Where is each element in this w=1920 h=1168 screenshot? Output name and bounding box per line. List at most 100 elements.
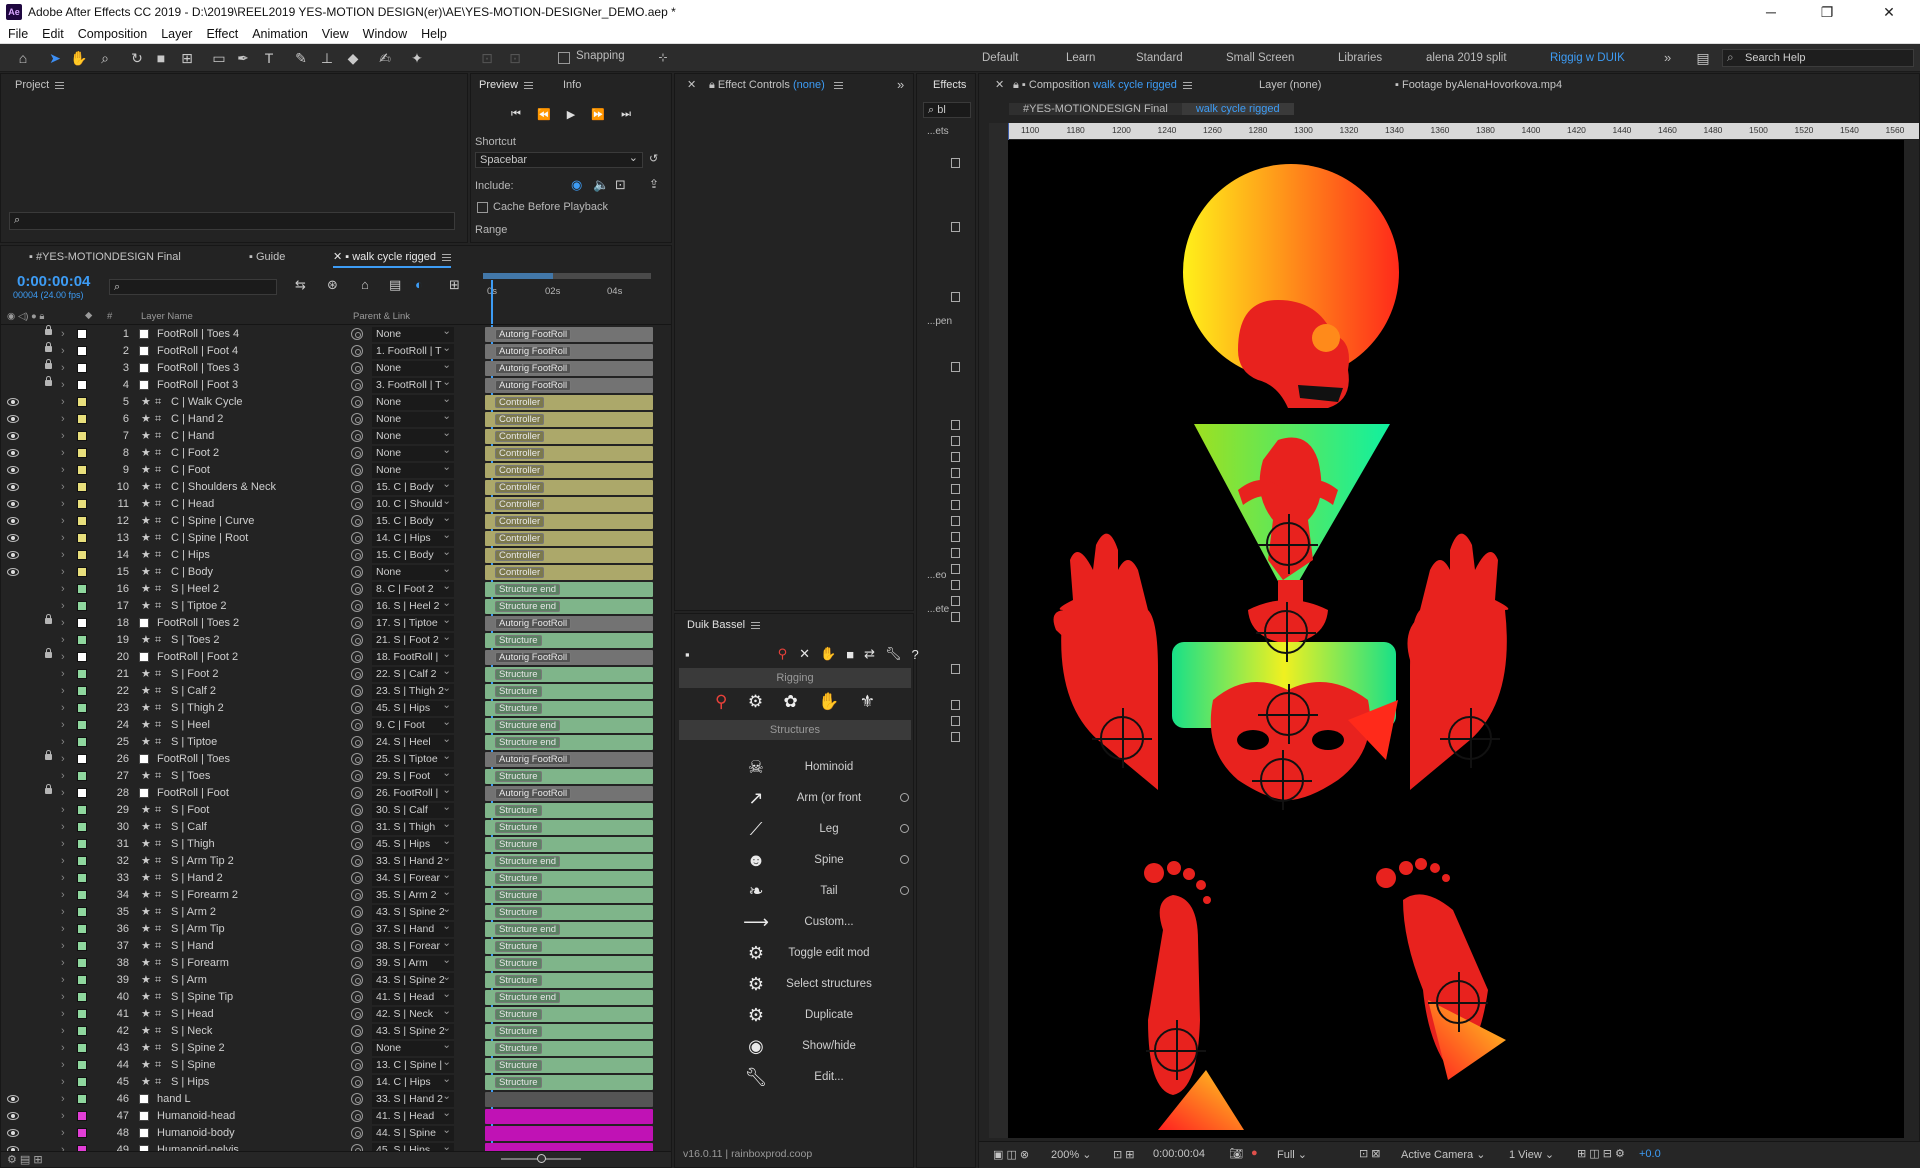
workspace-more-icon[interactable]: » [1664, 44, 1671, 72]
layer-duration-bar[interactable]: Structure [485, 769, 653, 784]
expand-chevron-icon[interactable]: › [61, 395, 65, 410]
layer-duration-bar[interactable]: Autorig FootRoll [485, 378, 653, 393]
label-color-swatch[interactable] [77, 856, 87, 866]
expand-chevron-icon[interactable]: › [61, 837, 65, 852]
layer-name[interactable]: S | Spine Tip [171, 990, 343, 1005]
pickwhip-icon[interactable] [351, 770, 363, 782]
layer-name[interactable]: S | Tiptoe 2 [171, 599, 343, 614]
layer-name[interactable]: S | Foot 2 [171, 667, 343, 682]
layer-row[interactable]: › 9 ★ ⌗ C | Foot None Controller [1, 462, 661, 479]
layer-name[interactable]: Humanoid-head [157, 1109, 343, 1124]
expand-chevron-icon[interactable]: › [61, 1041, 65, 1056]
label-color-swatch[interactable] [77, 771, 87, 781]
lock-icon[interactable] [45, 376, 52, 386]
shy-layers-icon[interactable]: ⌂ [361, 277, 369, 292]
duik-custom-button[interactable]: ⟶ Custom... [683, 907, 915, 937]
composition-viewer[interactable] [1008, 140, 1904, 1138]
pickwhip-icon[interactable] [351, 430, 363, 442]
menu-view[interactable]: View [322, 27, 349, 41]
pickwhip-icon[interactable] [351, 838, 363, 850]
parent-select[interactable]: 45. S | Hips [372, 837, 454, 852]
minimize-icon[interactable]: ─ [1748, 0, 1794, 24]
effect-preset-icon[interactable] [951, 484, 960, 494]
tab-yes-motiondesign-final[interactable]: ▪ #YES-MOTIONDESIGN Final [29, 246, 181, 268]
layer-name[interactable]: C | Foot [171, 463, 343, 478]
zoom-slider[interactable] [501, 1151, 581, 1165]
pickwhip-icon[interactable] [351, 821, 363, 833]
layer-row[interactable]: › 34 ★ ⌗ S | Forearm 2 35. S | Arm 2 Structure [1, 887, 661, 904]
expand-chevron-icon[interactable]: › [61, 378, 65, 393]
layer-name[interactable]: C | Hand [171, 429, 343, 444]
layer-name[interactable]: C | Spine | Curve [171, 514, 343, 529]
layer-duration-bar[interactable]: Structure [485, 667, 653, 682]
duik-leg-button[interactable]: ⟋ Leg [683, 814, 915, 844]
clone-stamp-tool-icon[interactable]: ⊥ [318, 49, 336, 67]
pickwhip-icon[interactable] [351, 906, 363, 918]
parent-select[interactable]: 43. S | Spine 2 [372, 1024, 454, 1039]
menu-animation[interactable]: Animation [252, 27, 308, 41]
layer-name[interactable]: S | Heel [171, 718, 343, 733]
label-color-swatch[interactable] [77, 618, 87, 628]
layer-name[interactable]: S | Foot [171, 803, 343, 818]
duik-automation-icon[interactable]: ✕ [799, 646, 810, 662]
parent-select[interactable]: 25. S | Tiptoe [372, 752, 454, 767]
pickwhip-icon[interactable] [351, 379, 363, 391]
pickwhip-icon[interactable] [351, 787, 363, 799]
pickwhip-icon[interactable] [351, 651, 363, 663]
layer-row[interactable]: › 28 FootRoll | Foot 26. FootRoll | Autorig … [1, 784, 661, 802]
duik-settings-icon[interactable]: ▪ [685, 647, 690, 662]
layer-row[interactable]: › 2 FootRoll | Foot 4 1. FootRoll | T Autori… [1, 342, 661, 360]
label-color-swatch[interactable] [77, 958, 87, 968]
next-frame-icon[interactable]: ⏩ [591, 108, 605, 122]
layer-duration-bar[interactable]: Autorig FootRoll [485, 616, 653, 631]
effect-preset-icon[interactable] [951, 452, 960, 462]
label-color-swatch[interactable] [77, 1043, 87, 1053]
layer-duration-bar[interactable]: Autorig FootRoll [485, 327, 653, 342]
label-color-swatch[interactable] [77, 754, 87, 764]
layer-name[interactable]: C | Head [171, 497, 343, 512]
expand-chevron-icon[interactable]: › [61, 327, 65, 342]
layer-duration-bar[interactable]: Controller [485, 395, 653, 410]
menu-file[interactable]: File [8, 27, 28, 41]
parent-select[interactable]: 16. S | Heel 2 [372, 599, 454, 614]
tab-guide[interactable]: ▪ Guide [249, 246, 285, 268]
expand-chevron-icon[interactable]: › [61, 344, 65, 359]
pickwhip-icon[interactable] [351, 617, 363, 629]
menu-layer[interactable]: Layer [161, 27, 192, 41]
breadcrumb-walk-cycle[interactable]: walk cycle rigged [1181, 103, 1294, 115]
rectangle-tool-icon[interactable]: ▭ [210, 49, 228, 67]
pickwhip-icon[interactable] [351, 991, 363, 1003]
expand-chevron-icon[interactable]: › [61, 446, 65, 461]
spine-root-controller[interactable] [1256, 602, 1316, 662]
layer-name[interactable]: FootRoll | Foot 2 [157, 650, 343, 665]
lock-icon[interactable] [45, 784, 52, 794]
parent-select[interactable]: None [372, 327, 454, 342]
effect-preset-icon[interactable] [951, 612, 960, 622]
pickwhip-icon[interactable] [351, 532, 363, 544]
graph-editor-icon[interactable]: ⊞ [449, 277, 460, 293]
layer-duration-bar[interactable]: Controller [485, 514, 653, 529]
workspace-alena-split[interactable]: alena 2019 split [1426, 44, 1507, 72]
layer-row[interactable]: › 15 ★ ⌗ C | Body None Controller [1, 564, 661, 581]
puppet-pins-icon[interactable]: ✋ [818, 692, 839, 716]
layer-name[interactable]: S | Hand 2 [171, 871, 343, 886]
pickwhip-icon[interactable] [351, 1127, 363, 1139]
parent-select[interactable]: None [372, 412, 454, 427]
expand-chevron-icon[interactable]: › [61, 1075, 65, 1090]
pickwhip-icon[interactable] [351, 1008, 363, 1020]
parent-column[interactable]: Parent & Link [353, 311, 410, 322]
parent-select[interactable]: 17. S | Tiptoe [372, 616, 454, 631]
layer-name[interactable]: S | Forearm 2 [171, 888, 343, 903]
parent-select[interactable]: 15. C | Body [372, 480, 454, 495]
layer-name[interactable]: S | Calf [171, 820, 343, 835]
panel-menu-icon[interactable] [442, 253, 451, 261]
effects-group-4[interactable]: ...ete [927, 604, 949, 615]
layer-row[interactable]: › 21 ★ ⌗ S | Foot 2 22. S | Calf 2 Structure [1, 666, 661, 683]
visibility-eye-icon[interactable] [7, 466, 19, 474]
layer-row[interactable]: › 42 ★ ⌗ S | Neck 43. S | Spine 2 Structure [1, 1023, 661, 1040]
effect-preset-icon[interactable] [951, 732, 960, 742]
visibility-eye-icon[interactable] [7, 1095, 19, 1103]
pickwhip-icon[interactable] [351, 923, 363, 935]
lock-icon[interactable] [45, 342, 52, 352]
layer-row[interactable]: › 11 ★ ⌗ C | Head 10. C | Should Controller [1, 496, 661, 513]
